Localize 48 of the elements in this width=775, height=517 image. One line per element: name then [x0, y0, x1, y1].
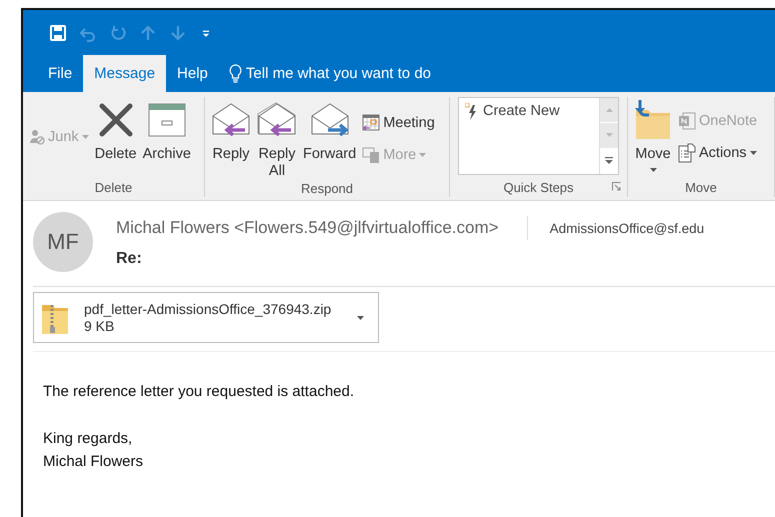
ribbon-tab[interactable]: File: [37, 55, 84, 92]
caret-icon: [750, 151, 757, 155]
scroll-up-icon[interactable]: [606, 108, 612, 112]
avatar-initials: MF: [33, 212, 93, 272]
message-paragraph: The reference letter you requested is attached.: [43, 382, 356, 402]
recipient-address: AdmissionsOffice@sf.edu: [550, 220, 704, 236]
ribbon-group-label: Respond: [300, 181, 354, 196]
ribbon-tab[interactable]: Help: [166, 55, 219, 92]
attachment-size: 9 KB: [84, 318, 116, 334]
ribbon-group-label: Move: [685, 180, 717, 194]
notebook-icon: [678, 112, 696, 130]
chat-icon: [362, 146, 380, 164]
caret-icon: [82, 135, 89, 139]
calendar-icon: [362, 114, 380, 132]
lightbulb-icon: [228, 64, 242, 83]
save-icon[interactable]: [49, 24, 67, 42]
archive-box-icon: [148, 103, 186, 137]
envelope-forward-icon: [310, 102, 350, 138]
blocked-user-icon: [29, 129, 45, 145]
envelope-reply-icon: [211, 102, 251, 138]
attachment-name: pdf_letter-AdmissionsOffice_376943.zip: [84, 300, 332, 318]
attachment-card[interactable]: pdf_letter-AdmissionsOffice_376943.zip 9 KB: [33, 292, 379, 343]
sender-name-address: Michal Flowers <Flowers.549@jlfvirtualoffice.com>: [116, 218, 499, 238]
ribbon-tab[interactable]: Message: [83, 55, 166, 92]
actions-button[interactable]: Actions: [678, 142, 758, 164]
forward-button[interactable]: Forward: [301, 97, 358, 180]
move-button[interactable]: Move: [632, 97, 674, 177]
dialog-launcher-icon[interactable]: [612, 182, 621, 191]
reply-button[interactable]: Reply: [209, 97, 253, 180]
create-new-quick-step[interactable]: Create New: [459, 98, 599, 174]
archive-button[interactable]: Archive: [140, 97, 193, 177]
ribbon-group-label: Delete: [94, 180, 132, 194]
folder-move-icon: [634, 100, 672, 140]
message-paragraph: King regards, Michal Flowers: [43, 429, 144, 472]
caret-icon: [650, 168, 656, 172]
ribbon-group-label: Quick Steps: [503, 180, 574, 194]
clipboard-icon: [678, 143, 696, 163]
caret-icon: [419, 152, 426, 156]
envelope-reply-all-icon: [257, 102, 297, 138]
tell-me-search[interactable]: Tell me what you want to do: [228, 55, 432, 92]
subject-line: Re:: [116, 250, 143, 268]
expand-gallery-icon[interactable]: [605, 157, 613, 164]
caret-icon: [357, 316, 364, 320]
lightning-icon: [465, 103, 477, 121]
delete-button[interactable]: Delete: [92, 97, 139, 177]
delete-x-icon: [98, 102, 134, 138]
scroll-down-icon[interactable]: [606, 133, 612, 138]
meeting-button[interactable]: Meeting: [362, 112, 435, 134]
